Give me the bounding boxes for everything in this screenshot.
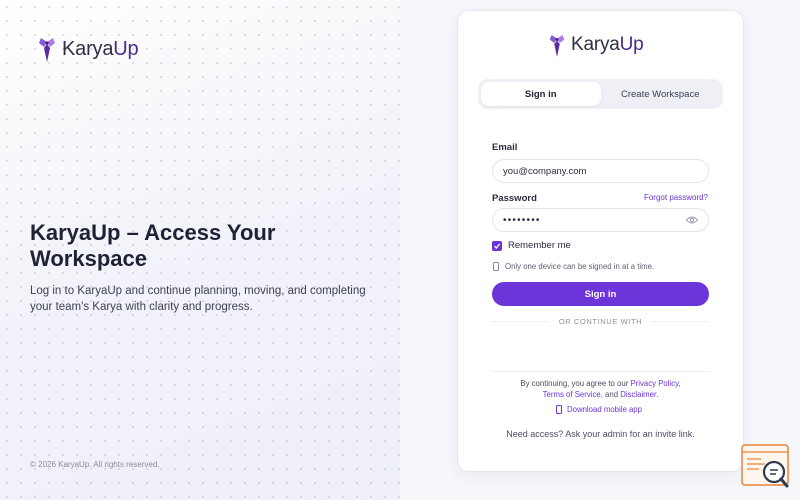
- page-headline: KaryaUp – Access Your Workspace: [30, 220, 276, 271]
- disclaimer-link[interactable]: Disclaimer: [620, 390, 656, 399]
- password-field[interactable]: [503, 214, 686, 226]
- phone-icon: [556, 405, 562, 414]
- email-label: Email: [492, 142, 518, 153]
- card-brand-name: KaryaUp: [571, 34, 644, 56]
- device-note-text: Only one device can be signed in at a ti…: [505, 262, 655, 271]
- copyright-text: © 2026 KaryaUp. All rights reserved.: [30, 460, 160, 469]
- terms-and-text: , and: [600, 390, 619, 399]
- download-mobile-app-link[interactable]: Download mobile app: [556, 405, 642, 414]
- brand-name-prefix: Karya: [571, 34, 620, 55]
- phone-icon: [493, 262, 499, 271]
- email-field-wrapper: [492, 159, 709, 183]
- divider-line: [652, 320, 709, 322]
- access-help-text: Need access? Ask your admin for an invit…: [506, 429, 695, 439]
- forgot-password-link[interactable]: Forgot password?: [644, 193, 708, 202]
- sign-in-button[interactable]: Sign in: [492, 282, 709, 306]
- brand-logo[interactable]: KaryaUp: [36, 34, 139, 64]
- remember-me-label: Remember me: [508, 240, 571, 251]
- checkbox-checked[interactable]: [492, 240, 502, 251]
- left-hero-panel: KaryaUp KaryaUp – Access Your Workspace …: [0, 0, 400, 500]
- footer-separator: [492, 371, 709, 372]
- card-brand-logo[interactable]: KaryaUp: [547, 31, 644, 59]
- download-label: Download mobile app: [567, 405, 642, 414]
- brand-name-prefix: Karya: [62, 37, 114, 60]
- password-field-wrapper: [492, 208, 709, 232]
- auth-tabs: Sign in Create Workspace: [478, 79, 723, 109]
- brand-name-suffix: Up: [619, 34, 644, 55]
- terms-text: By continuing, you agree to our Privacy …: [520, 379, 681, 399]
- signin-card: KaryaUp Sign in Create Workspace Email P…: [457, 10, 744, 472]
- email-field[interactable]: [503, 165, 698, 177]
- terms-of-service-link[interactable]: Terms of Service: [543, 390, 601, 399]
- search-chat-widget-icon[interactable]: [741, 444, 793, 490]
- device-note: Only one device can be signed in at a ti…: [493, 262, 654, 271]
- privacy-policy-link[interactable]: Privacy Policy: [630, 379, 678, 388]
- tab-create-workspace[interactable]: Create Workspace: [601, 82, 721, 106]
- eye-icon[interactable]: [686, 216, 698, 224]
- karyaup-logo-icon: [39, 38, 55, 62]
- karyaup-logo-icon: [549, 35, 565, 57]
- password-label: Password: [492, 193, 537, 204]
- or-continue-divider: OR CONTINUE WITH: [492, 316, 709, 326]
- page-subtext: Log in to KaryaUp and continue planning,…: [30, 285, 366, 313]
- divider-line: [492, 320, 549, 322]
- tab-sign-in[interactable]: Sign in: [481, 82, 601, 106]
- divider-label: OR CONTINUE WITH: [558, 316, 643, 326]
- check-icon: [494, 243, 501, 249]
- brand-name-suffix: Up: [113, 37, 139, 60]
- terms-prefix: By continuing, you agree to our: [520, 379, 629, 388]
- brand-name: KaryaUp: [62, 37, 139, 61]
- remember-me-checkbox[interactable]: Remember me: [492, 240, 571, 251]
